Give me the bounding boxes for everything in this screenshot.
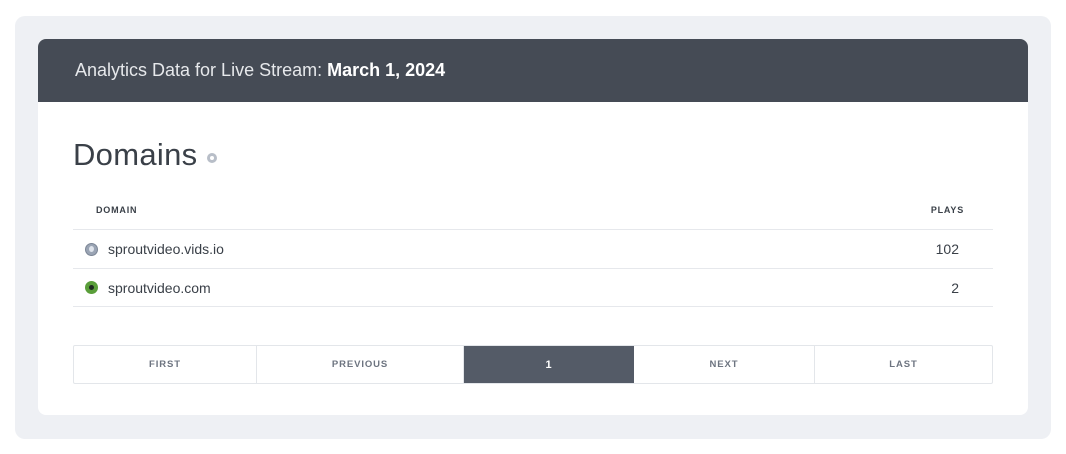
section-title: Domains — [73, 137, 218, 173]
help-icon[interactable] — [207, 153, 218, 163]
plays-cell: 102 — [935, 241, 959, 257]
current-page-button[interactable]: 1 — [464, 346, 634, 383]
table-row: sproutvideo.vids.io 102 — [73, 229, 993, 268]
first-page-button[interactable]: FIRST — [74, 346, 257, 383]
section-title-text: Domains — [73, 137, 198, 172]
domain-name: sproutvideo.com — [108, 279, 211, 296]
analytics-card: Analytics Data for Live Stream: March 1,… — [38, 39, 1028, 415]
table-row: sproutvideo.com 2 — [73, 268, 993, 307]
last-page-button[interactable]: LAST — [815, 346, 992, 383]
card-header: Analytics Data for Live Stream: March 1,… — [38, 39, 1028, 102]
domain-cell: sproutvideo.vids.io — [85, 241, 224, 257]
domains-table: DOMAIN PLAYS sproutvideo.vids.io 102 spr… — [73, 191, 993, 307]
plays-cell: 2 — [951, 279, 959, 296]
globe-icon — [85, 242, 98, 256]
sproutvideo-logo-icon — [85, 281, 98, 294]
next-page-button[interactable]: NEXT — [634, 346, 815, 383]
column-header-domain: DOMAIN — [96, 205, 138, 215]
domain-name: sproutvideo.vids.io — [108, 241, 224, 257]
previous-page-button[interactable]: PREVIOUS — [257, 346, 464, 383]
domain-cell: sproutvideo.com — [85, 280, 211, 296]
table-header: DOMAIN PLAYS — [73, 191, 993, 229]
pagination: FIRST PREVIOUS 1 NEXT LAST — [73, 345, 993, 384]
header-title-prefix: Analytics Data for Live Stream: — [75, 60, 323, 80]
header-title-date: March 1, 2024 — [327, 60, 446, 80]
column-header-plays: PLAYS — [930, 205, 964, 215]
